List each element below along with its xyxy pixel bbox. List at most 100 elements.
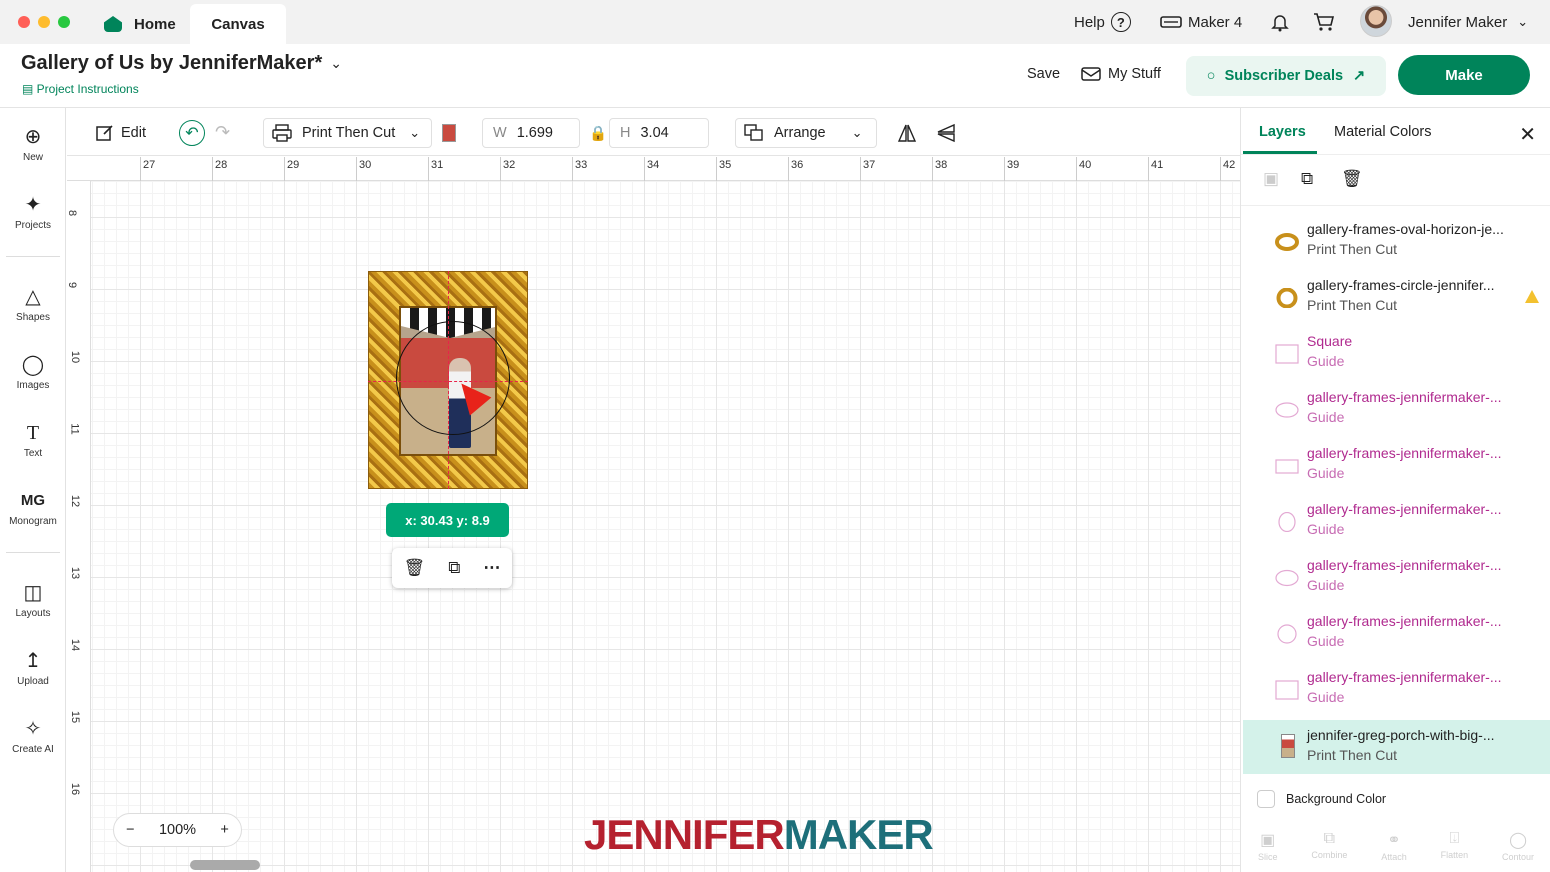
attach-button[interactable]: ⚭ Attach bbox=[1381, 830, 1407, 862]
operation-select[interactable]: Print Then Cut ⌄ bbox=[263, 118, 432, 148]
edit-button[interactable]: Edit bbox=[95, 118, 146, 148]
sidebar-item-create-ai[interactable]: ✧ Create AI bbox=[0, 718, 66, 755]
sidebar-item-shapes[interactable]: △ Shapes bbox=[0, 286, 66, 323]
help-icon: ? bbox=[1110, 12, 1131, 32]
ruler-label: 42 bbox=[1223, 159, 1236, 171]
sidebar-item-new[interactable]: ⊕ New bbox=[0, 126, 66, 163]
close-icon[interactable]: ✕ bbox=[1519, 122, 1536, 147]
sidebar-item-images[interactable]: ◯ Images bbox=[0, 354, 66, 391]
layer-item[interactable]: gallery-frames-oval-horizon-je... Print … bbox=[1243, 214, 1550, 268]
device-button[interactable]: Maker 4 bbox=[1160, 12, 1242, 32]
zoom-control: − 100% + bbox=[113, 813, 242, 847]
ruler-label: 30 bbox=[359, 159, 372, 171]
layer-actions: ▣ ⧉ 🗑 bbox=[1241, 154, 1550, 206]
height-field[interactable]: H 3.04 bbox=[609, 118, 709, 148]
layer-item-selected[interactable]: jennifer-greg-porch-with-big-... Print T… bbox=[1243, 720, 1550, 774]
zoom-in-button[interactable]: + bbox=[220, 822, 228, 838]
project-instructions-link[interactable]: ▤ Project Instructions bbox=[22, 82, 139, 96]
arrange-select[interactable]: Arrange ⌄ bbox=[735, 118, 877, 148]
monogram-icon: MG bbox=[20, 492, 46, 509]
notifications-button[interactable] bbox=[1270, 12, 1290, 32]
left-sidebar: ⊕ New ✦ Projects △ Shapes ◯ Images T Tex… bbox=[0, 108, 66, 872]
more-icon[interactable]: ⋯ bbox=[483, 558, 500, 578]
background-color-row: Background Color bbox=[1257, 790, 1386, 808]
undo-icon[interactable]: ↶ bbox=[179, 120, 205, 146]
combine-button[interactable]: ⧉ Combine bbox=[1311, 830, 1347, 860]
height-label: H bbox=[620, 125, 631, 141]
edit-toolbar: Edit ↶ ↷ Print Then Cut ⌄ W 1.699 🔒 H 3.… bbox=[67, 108, 1240, 156]
width-field[interactable]: W 1.699 bbox=[482, 118, 580, 148]
lock-icon[interactable]: 🔒 bbox=[589, 118, 607, 148]
subscriber-deals-button[interactable]: ○ Subscriber Deals ↗ bbox=[1186, 56, 1386, 96]
group-icon[interactable]: ▣ bbox=[1263, 169, 1279, 189]
cart-button[interactable] bbox=[1313, 12, 1335, 32]
horizontal-scrollbar[interactable] bbox=[190, 860, 260, 870]
trash-icon[interactable]: 🗑 bbox=[1341, 169, 1363, 189]
avatar[interactable] bbox=[1360, 5, 1392, 37]
make-button[interactable]: Make bbox=[1398, 55, 1530, 95]
user-menu[interactable]: Jennifer Maker ⌄ bbox=[1408, 12, 1528, 32]
layer-item[interactable]: gallery-frames-circle-jennifer... Print … bbox=[1243, 270, 1550, 324]
layer-type: Guide bbox=[1307, 689, 1345, 705]
flip-vertical-icon[interactable] bbox=[935, 118, 957, 148]
flip-horizontal-icon[interactable] bbox=[896, 118, 918, 148]
layer-name: jennifer-greg-porch-with-big-... bbox=[1307, 727, 1495, 743]
rocket-icon: ✦ bbox=[24, 194, 42, 216]
material-color-swatch[interactable] bbox=[442, 124, 456, 142]
contour-button[interactable]: ◯ Contour bbox=[1502, 830, 1534, 862]
circle-cut-outline bbox=[396, 321, 510, 435]
center-guide-vertical bbox=[448, 271, 449, 489]
flatten-button[interactable]: ⍗ Flatten bbox=[1441, 830, 1469, 860]
sidebar-item-text[interactable]: T Text bbox=[0, 422, 66, 459]
oval-frame-icon bbox=[1275, 233, 1299, 251]
tab-home[interactable]: Home bbox=[96, 4, 196, 44]
circle-shape-icon bbox=[1277, 624, 1297, 644]
contour-label: Contour bbox=[1502, 852, 1535, 862]
device-label: Maker 4 bbox=[1188, 13, 1243, 31]
sidebar-item-monogram[interactable]: MG Monogram bbox=[0, 490, 66, 527]
layer-item[interactable]: gallery-frames-jennifermaker-... Guide bbox=[1243, 438, 1550, 492]
sidebar-item-upload[interactable]: ↥ Upload bbox=[0, 650, 66, 687]
sidebar-item-layouts[interactable]: ◫ Layouts bbox=[0, 582, 66, 619]
project-title[interactable]: Gallery of Us by JenniferMaker* ⌄ bbox=[21, 52, 342, 75]
my-stuff-button[interactable]: My Stuff bbox=[1081, 66, 1161, 82]
trash-icon[interactable]: 🗑 bbox=[404, 558, 426, 578]
save-button[interactable]: Save bbox=[1027, 66, 1060, 82]
sidebar-item-label: New bbox=[22, 152, 43, 163]
oval-shape-icon bbox=[1278, 512, 1296, 532]
warning-icon[interactable] bbox=[1525, 290, 1539, 303]
redo-icon[interactable]: ↷ bbox=[215, 122, 230, 143]
external-link-icon: ↗ bbox=[1353, 68, 1366, 84]
zoom-window-button[interactable] bbox=[58, 16, 70, 28]
duplicate-icon[interactable]: ⧉ bbox=[448, 558, 460, 578]
layer-item[interactable]: gallery-frames-jennifermaker-... Guide bbox=[1243, 662, 1550, 716]
background-color-label: Background Color bbox=[1286, 792, 1387, 806]
layer-type: Print Then Cut bbox=[1307, 747, 1398, 763]
rectangle-shape-icon bbox=[1275, 459, 1299, 474]
edit-icon bbox=[96, 125, 113, 141]
layer-item[interactable]: Square Guide bbox=[1243, 326, 1550, 380]
tab-layers[interactable]: Layers bbox=[1259, 124, 1306, 140]
slice-button[interactable]: ▣ Slice bbox=[1258, 830, 1278, 862]
layer-item[interactable]: gallery-frames-jennifermaker-... Guide bbox=[1243, 606, 1550, 660]
minimize-window-button[interactable] bbox=[38, 16, 50, 28]
layer-item[interactable]: gallery-frames-jennifermaker-... Guide bbox=[1243, 550, 1550, 604]
my-stuff-label: My Stuff bbox=[1108, 66, 1161, 82]
duplicate-icon[interactable]: ⧉ bbox=[1301, 169, 1313, 189]
tab-canvas[interactable]: Canvas bbox=[190, 4, 286, 44]
layer-item[interactable]: gallery-frames-jennifermaker-... Guide bbox=[1243, 382, 1550, 436]
tab-canvas-label: Canvas bbox=[211, 15, 265, 33]
background-color-checkbox[interactable] bbox=[1257, 790, 1275, 808]
layer-type: Print Then Cut bbox=[1307, 241, 1398, 257]
tab-material-colors[interactable]: Material Colors bbox=[1334, 124, 1432, 140]
design-canvas[interactable] bbox=[67, 157, 1240, 872]
close-window-button[interactable] bbox=[18, 16, 30, 28]
layer-item[interactable]: gallery-frames-jennifermaker-... Guide bbox=[1243, 494, 1550, 548]
printer-icon bbox=[272, 124, 292, 142]
layer-name: gallery-frames-jennifermaker-... bbox=[1307, 557, 1502, 573]
ruler-label: 39 bbox=[1007, 159, 1020, 171]
help-button[interactable]: Help ? bbox=[1074, 12, 1131, 32]
sidebar-item-projects[interactable]: ✦ Projects bbox=[0, 194, 66, 231]
layer-name: gallery-frames-oval-horizon-je... bbox=[1307, 221, 1504, 237]
zoom-out-button[interactable]: − bbox=[126, 822, 134, 838]
